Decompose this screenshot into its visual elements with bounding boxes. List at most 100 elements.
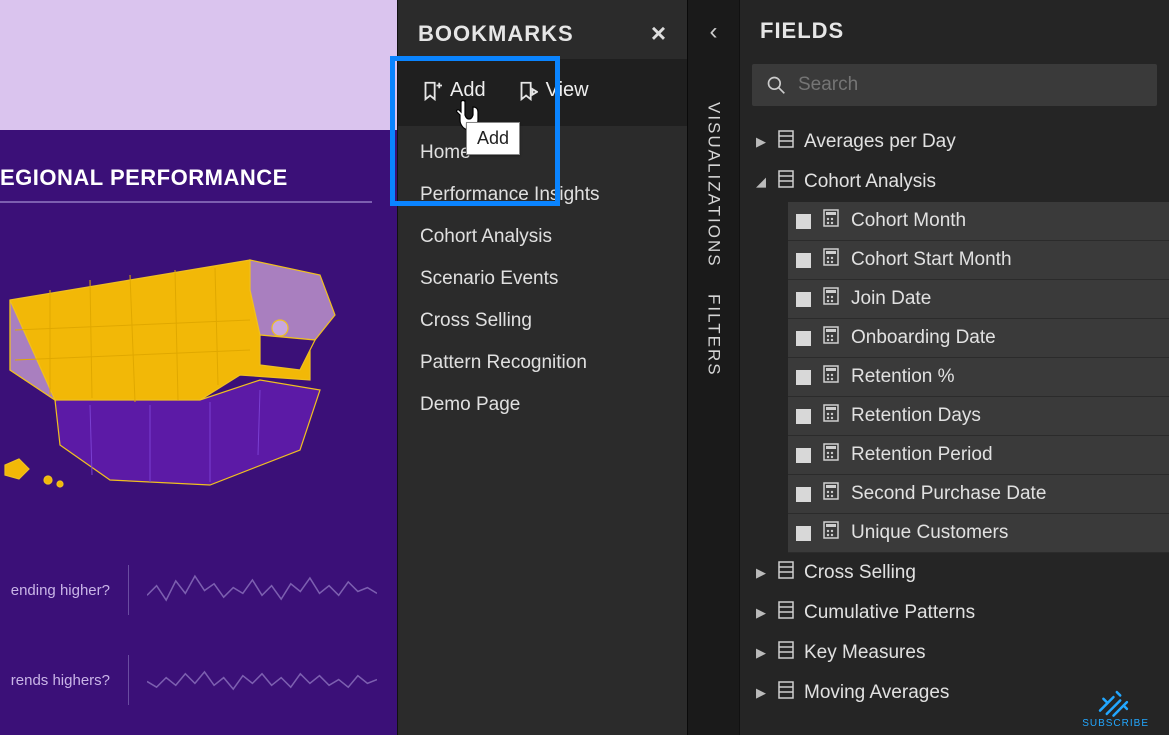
calculator-icon — [823, 326, 839, 350]
field-name: Retention Period — [851, 444, 993, 466]
bookmark-item[interactable]: Pattern Recognition — [420, 342, 687, 384]
table-icon — [778, 170, 794, 194]
bookmark-item[interactable]: Performance Insights — [420, 174, 687, 216]
table-icon — [778, 130, 794, 154]
visualizations-tab[interactable]: VISUALIZATIONS — [704, 102, 724, 268]
fields-table-row[interactable]: ▶ Key Measures — [748, 633, 1169, 673]
sparkline-chart-1 — [147, 563, 377, 618]
collapse-chevron-icon[interactable]: ‹ — [710, 18, 718, 46]
calculator-icon — [823, 248, 839, 272]
fields-table-name: Cohort Analysis — [804, 171, 936, 193]
field-name: Cohort Start Month — [851, 249, 1012, 271]
bookmark-view-label: View — [546, 79, 589, 102]
fields-title: FIELDS — [760, 18, 844, 44]
sparkline-chart-2 — [147, 653, 377, 708]
us-map-visual[interactable] — [0, 230, 360, 500]
filters-tab[interactable]: FILTERS — [704, 294, 724, 377]
canvas-header-strip — [0, 0, 397, 130]
field-checkbox[interactable] — [796, 214, 811, 229]
table-icon — [778, 641, 794, 665]
fields-table-name: Moving Averages — [804, 682, 949, 704]
fields-field-row[interactable]: Retention % — [788, 358, 1169, 397]
calculator-icon — [823, 404, 839, 428]
fields-table-row[interactable]: ▶ Moving Averages — [748, 673, 1169, 713]
fields-field-row[interactable]: Second Purchase Date — [788, 475, 1169, 514]
calculator-icon — [823, 443, 839, 467]
sparkline-label-2: rends highers? — [0, 672, 110, 689]
table-icon — [778, 681, 794, 705]
fields-table-row[interactable]: ▶ Cumulative Patterns — [748, 593, 1169, 633]
field-checkbox[interactable] — [796, 526, 811, 541]
calculator-icon — [823, 365, 839, 389]
calculator-icon — [823, 287, 839, 311]
field-name: Onboarding Date — [851, 327, 996, 349]
field-checkbox[interactable] — [796, 292, 811, 307]
sparkline-divider — [128, 565, 129, 615]
fields-table-name: Averages per Day — [804, 131, 956, 153]
collapsed-panes-strip: ‹ VISUALIZATIONS FILTERS — [687, 0, 739, 735]
caret-right-icon: ▶ — [754, 605, 768, 621]
bookmarks-title: BOOKMARKS — [418, 21, 574, 47]
field-name: Unique Customers — [851, 522, 1008, 544]
fields-tree: ▶ Averages per Day ◢ Cohort Analysis Cohort … — [740, 118, 1169, 735]
search-icon — [766, 75, 786, 95]
caret-right-icon: ▶ — [754, 565, 768, 581]
field-checkbox[interactable] — [796, 331, 811, 346]
fields-field-row[interactable]: Cohort Month — [788, 202, 1169, 241]
calculator-icon — [823, 209, 839, 233]
fields-table-row[interactable]: ▶ Cross Selling — [748, 553, 1169, 593]
fields-field-row[interactable]: Onboarding Date — [788, 319, 1169, 358]
field-name: Retention Days — [851, 405, 981, 427]
field-checkbox[interactable] — [796, 487, 811, 502]
bookmark-item[interactable]: Home — [420, 132, 687, 174]
fields-field-row[interactable]: Join Date — [788, 280, 1169, 319]
field-name: Cohort Month — [851, 210, 966, 232]
bookmarks-toolbar: Add View — [398, 59, 687, 126]
caret-down-icon: ◢ — [754, 174, 768, 190]
report-canvas: EGIONAL PERFORMANCE — [0, 0, 397, 735]
fields-table-name: Cumulative Patterns — [804, 602, 975, 624]
caret-right-icon: ▶ — [754, 134, 768, 150]
field-checkbox[interactable] — [796, 448, 811, 463]
fields-search[interactable] — [752, 64, 1157, 106]
bookmark-add-label: Add — [450, 79, 486, 102]
fields-table-name: Key Measures — [804, 642, 925, 664]
sparkline-divider — [128, 655, 129, 705]
bookmark-add-icon — [420, 80, 442, 102]
fields-pane: FIELDS ▶ Averages per Day ◢ Cohort Analysis… — [739, 0, 1169, 735]
fields-table-row[interactable]: ◢ Cohort Analysis — [748, 162, 1169, 202]
fields-field-row[interactable]: Retention Period — [788, 436, 1169, 475]
field-checkbox[interactable] — [796, 409, 811, 424]
table-icon — [778, 601, 794, 625]
table-icon — [778, 561, 794, 585]
field-checkbox[interactable] — [796, 253, 811, 268]
bookmark-view-icon — [516, 80, 538, 102]
caret-right-icon: ▶ — [754, 645, 768, 661]
fields-field-row[interactable]: Unique Customers — [788, 514, 1169, 553]
bookmark-item[interactable]: Cross Selling — [420, 300, 687, 342]
field-name: Join Date — [851, 288, 931, 310]
fields-table-row[interactable]: ▶ Averages per Day — [748, 122, 1169, 162]
bookmark-add-button[interactable]: Add — [420, 79, 486, 102]
sparkline-row-2: rends highers? — [0, 645, 377, 715]
fields-field-row[interactable]: Retention Days — [788, 397, 1169, 436]
fields-table-name: Cross Selling — [804, 562, 916, 584]
field-checkbox[interactable] — [796, 370, 811, 385]
bookmark-item[interactable]: Demo Page — [420, 384, 687, 426]
bookmarks-list: HomePerformance InsightsCohort AnalysisS… — [398, 126, 687, 426]
caret-right-icon: ▶ — [754, 685, 768, 701]
bookmark-view-button[interactable]: View — [516, 79, 589, 102]
sparkline-row-1: ending higher? — [0, 555, 377, 625]
bookmarks-pane: BOOKMARKS × Add View HomePerformance Ins… — [397, 0, 687, 735]
calculator-icon — [823, 482, 839, 506]
sparkline-label-1: ending higher? — [0, 582, 110, 599]
fields-search-input[interactable] — [798, 74, 1143, 96]
close-icon[interactable]: × — [651, 18, 667, 49]
calculator-icon — [823, 521, 839, 545]
field-name: Retention % — [851, 366, 955, 388]
section-title: EGIONAL PERFORMANCE — [0, 165, 372, 203]
bookmark-item[interactable]: Cohort Analysis — [420, 216, 687, 258]
bookmark-item[interactable]: Scenario Events — [420, 258, 687, 300]
field-name: Second Purchase Date — [851, 483, 1046, 505]
fields-field-row[interactable]: Cohort Start Month — [788, 241, 1169, 280]
